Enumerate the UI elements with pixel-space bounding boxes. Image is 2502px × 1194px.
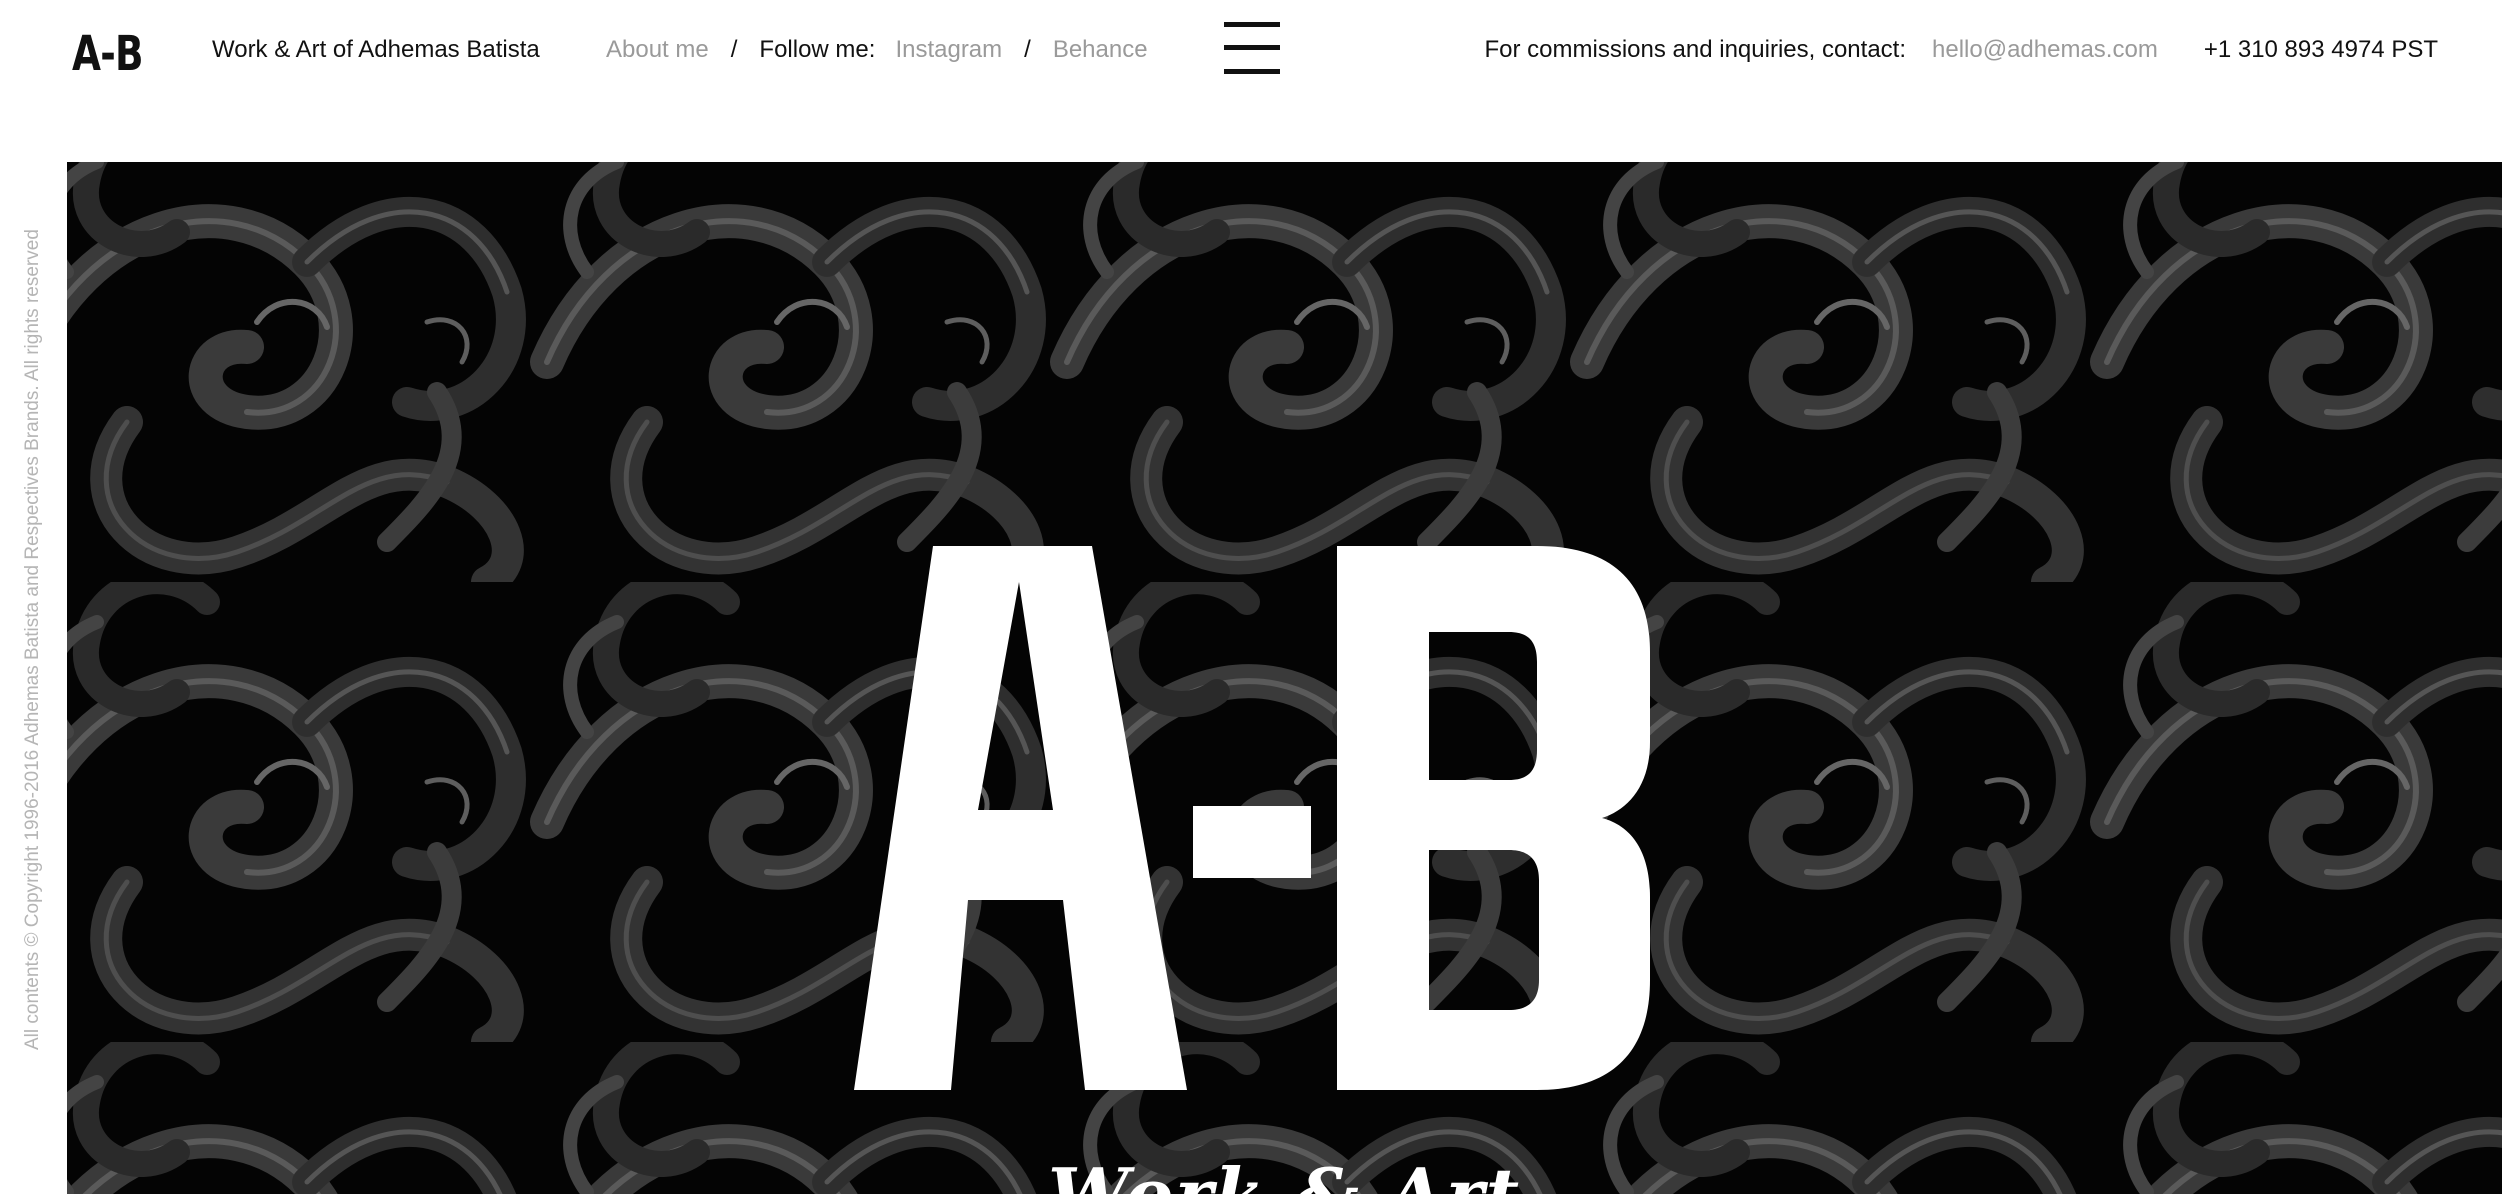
contact-label: For commissions and inquiries, contact: xyxy=(1484,36,1907,63)
copyright-notice: All contents © Copyright 1996-2016 Adhem… xyxy=(22,229,43,1050)
menu-bar xyxy=(1224,22,1280,27)
top-nav: About me / Follow me: Instagram / Behanc… xyxy=(606,36,1148,64)
nav-separator: / xyxy=(1024,36,1031,63)
hero-dash xyxy=(1193,806,1311,878)
instagram-link[interactable]: Instagram xyxy=(895,36,1002,64)
site-header: A-B Work & Art of Adhemas Batista About … xyxy=(0,0,2502,104)
hero-letter-a xyxy=(854,546,1187,1090)
follow-me-label: Follow me: xyxy=(759,36,876,63)
contact-email-link[interactable]: hello@adhemas.com xyxy=(1932,36,2158,64)
hamburger-menu-icon[interactable] xyxy=(1224,18,1280,78)
hero-subtitle: Work & Art xyxy=(67,1152,2502,1194)
nav-separator: / xyxy=(730,36,738,63)
hero-logo-mark xyxy=(854,546,1650,1090)
hero-banner: Work & Art xyxy=(67,162,2502,1194)
hero-letter-b xyxy=(1337,546,1650,1090)
contact-phone: +1 310 893 4974 PST xyxy=(2203,36,2438,63)
site-title: Work & Art of Adhemas Batista xyxy=(212,36,540,63)
menu-bar xyxy=(1224,69,1280,74)
menu-bar xyxy=(1224,45,1280,50)
behance-link[interactable]: Behance xyxy=(1053,36,1148,64)
about-me-link[interactable]: About me xyxy=(606,36,709,64)
contact-info: For commissions and inquiries, contact: … xyxy=(1485,36,2439,64)
site-logo[interactable]: A-B xyxy=(72,30,143,78)
